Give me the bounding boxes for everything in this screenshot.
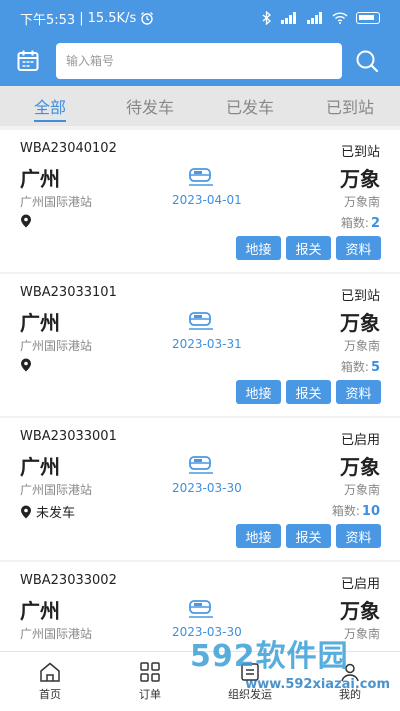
nav-dispatch-label: 组织发运 bbox=[228, 687, 272, 701]
ground-handling-button[interactable]: 地接 bbox=[236, 524, 281, 548]
box-count-label: 箱数: bbox=[331, 504, 360, 518]
order-status: 已启用 bbox=[340, 577, 380, 592]
status-tabs: 全部 待发车 已发车 已到站 bbox=[0, 86, 400, 126]
order-id: WBA23040102 bbox=[20, 141, 117, 156]
origin-station: 广州国际港站 bbox=[20, 483, 93, 497]
box-count: 箱数: 5 bbox=[341, 358, 380, 375]
train-icon bbox=[189, 168, 213, 186]
box-count-value: 5 bbox=[370, 360, 380, 375]
search-icon bbox=[356, 50, 379, 73]
bottom-nav: 首页 订单 组织发运 我的 bbox=[0, 651, 400, 711]
train-icon bbox=[189, 600, 213, 618]
box-count: 箱数: 2 bbox=[341, 214, 380, 231]
customs-button[interactable]: 报关 bbox=[286, 380, 331, 404]
box-count-value: 2 bbox=[370, 216, 380, 231]
nav-orders[interactable]: 订单 bbox=[100, 652, 200, 711]
origin-station: 广州国际港站 bbox=[20, 339, 93, 353]
departure-date: 2023-03-30 bbox=[172, 481, 242, 495]
departure-date: 2023-04-01 bbox=[172, 193, 242, 207]
nav-dispatch[interactable]: 组织发运 bbox=[200, 652, 300, 711]
customs-button[interactable]: 报关 bbox=[286, 524, 331, 548]
origin-station: 广州国际港站 bbox=[20, 195, 93, 209]
ground-handling-button[interactable]: 地接 bbox=[236, 380, 281, 404]
box-count-label: 箱数: bbox=[340, 216, 369, 230]
order-status: 已到站 bbox=[340, 145, 380, 160]
train-icon bbox=[189, 456, 213, 474]
destination-station: 万象南 bbox=[343, 339, 380, 353]
search-input[interactable] bbox=[66, 54, 332, 68]
card-actions: 地接 报关 资料 bbox=[236, 524, 381, 548]
dispatch-icon bbox=[241, 662, 259, 681]
origin-city: 广州 bbox=[20, 311, 60, 335]
alarm-icon bbox=[141, 12, 154, 25]
box-count: 箱数: 10 bbox=[332, 502, 380, 519]
documents-button[interactable]: 资料 bbox=[336, 380, 381, 404]
destination-city: 万象 bbox=[340, 311, 380, 335]
network-speed: 15.5K/s bbox=[87, 10, 137, 26]
order-card[interactable]: WBA23033002 已启用 广州 万象 广州国际港站 2023-03-30 … bbox=[0, 562, 400, 651]
tab-pending[interactable]: 待发车 bbox=[100, 86, 200, 126]
destination-station: 万象南 bbox=[343, 483, 380, 497]
location-pin-icon bbox=[21, 505, 31, 518]
train-icon bbox=[189, 312, 213, 330]
box-count-value: 10 bbox=[361, 504, 380, 519]
order-status: 已启用 bbox=[340, 433, 380, 448]
order-card[interactable]: WBA23040102 已到站 广州 万象 广州国际港站 2023-04-01 … bbox=[0, 130, 400, 272]
destination-city: 万象 bbox=[340, 167, 380, 191]
origin-city: 广州 bbox=[20, 599, 60, 623]
order-id: WBA23033001 bbox=[20, 429, 117, 444]
destination-station: 万象南 bbox=[343, 195, 380, 209]
destination-city: 万象 bbox=[340, 455, 380, 479]
origin-city: 广州 bbox=[20, 167, 60, 191]
wifi-icon bbox=[332, 12, 348, 24]
user-icon bbox=[341, 663, 359, 681]
tab-arrived[interactable]: 已到站 bbox=[300, 86, 400, 126]
bluetooth-icon bbox=[262, 11, 271, 25]
status-bar: 下午5:53 | 15.5K/s bbox=[0, 0, 400, 36]
documents-button[interactable]: 资料 bbox=[336, 236, 381, 260]
order-list[interactable]: WBA23040102 已到站 广州 万象 广州国际港站 2023-04-01 … bbox=[0, 130, 400, 651]
nav-orders-label: 订单 bbox=[139, 687, 161, 701]
nav-home[interactable]: 首页 bbox=[0, 652, 100, 711]
card-actions: 地接 报关 资料 bbox=[236, 380, 381, 404]
documents-button[interactable]: 资料 bbox=[336, 524, 381, 548]
home-icon bbox=[40, 662, 60, 682]
order-status: 已到站 bbox=[340, 289, 380, 304]
departure-date: 2023-03-31 bbox=[172, 337, 242, 351]
grid-icon bbox=[140, 661, 160, 682]
calendar-icon bbox=[17, 50, 39, 71]
status-time: 下午5:53 bbox=[20, 12, 76, 28]
calendar-button[interactable] bbox=[12, 41, 44, 81]
battery-icon bbox=[356, 12, 380, 24]
search-button[interactable] bbox=[348, 41, 386, 81]
box-count-label: 箱数: bbox=[340, 360, 369, 374]
location bbox=[20, 214, 36, 228]
origin-station: 广州国际港站 bbox=[20, 627, 93, 641]
search-box bbox=[56, 43, 342, 79]
location-text: 未发车 bbox=[36, 506, 76, 521]
location-pin-icon bbox=[21, 358, 31, 372]
nav-home-label: 首页 bbox=[39, 687, 61, 701]
top-bar bbox=[0, 36, 400, 86]
card-actions: 地接 报关 资料 bbox=[236, 236, 381, 260]
order-card[interactable]: WBA23033101 已到站 广州 万象 广州国际港站 2023-03-31 … bbox=[0, 274, 400, 416]
tab-departed[interactable]: 已发车 bbox=[200, 86, 300, 126]
signal-icon bbox=[281, 12, 296, 24]
location: 未发车 bbox=[20, 502, 75, 521]
order-card[interactable]: WBA23033001 已启用 广州 万象 广州国际港站 2023-03-30 … bbox=[0, 418, 400, 560]
location-pin-icon bbox=[21, 214, 31, 228]
nav-profile[interactable]: 我的 bbox=[300, 652, 400, 711]
location bbox=[20, 358, 36, 372]
nav-profile-label: 我的 bbox=[339, 687, 361, 701]
customs-button[interactable]: 报关 bbox=[286, 236, 331, 260]
destination-station: 万象南 bbox=[343, 627, 380, 641]
order-id: WBA23033002 bbox=[20, 573, 117, 588]
departure-date: 2023-03-30 bbox=[172, 625, 242, 639]
origin-city: 广州 bbox=[20, 455, 60, 479]
order-id: WBA23033101 bbox=[20, 285, 117, 300]
tab-all[interactable]: 全部 bbox=[0, 86, 100, 126]
ground-handling-button[interactable]: 地接 bbox=[236, 236, 281, 260]
destination-city: 万象 bbox=[340, 599, 380, 623]
signal-icon-2 bbox=[307, 12, 322, 24]
